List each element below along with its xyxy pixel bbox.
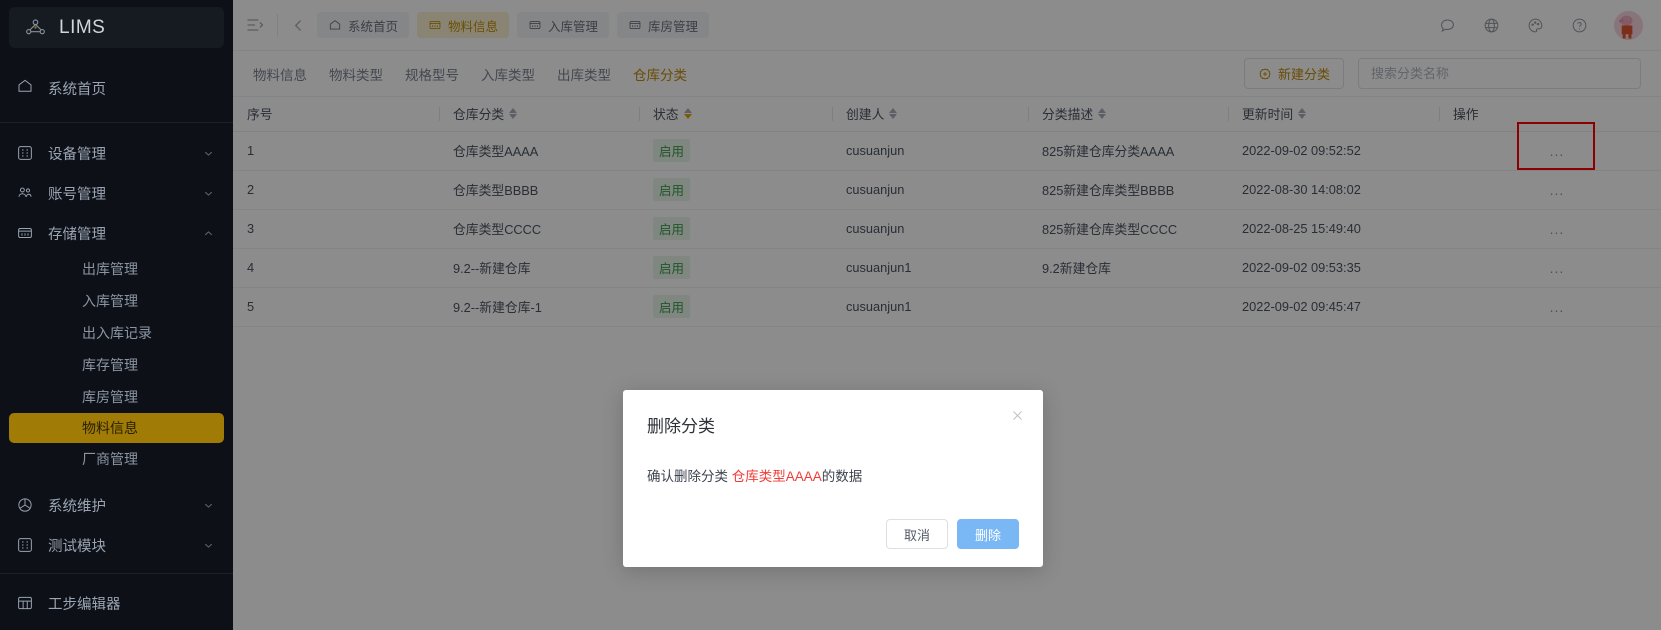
sidebar-item-label: 测试模块 bbox=[48, 538, 106, 555]
sidebar-item-step-editor[interactable]: 工步编辑器 bbox=[0, 583, 233, 623]
chevron-down-icon bbox=[202, 187, 215, 200]
close-icon[interactable] bbox=[1010, 408, 1025, 423]
sidebar-item-account-management[interactable]: 账号管理 bbox=[0, 173, 233, 213]
test-grid-icon bbox=[16, 536, 34, 554]
sidebar-subitem-io-records[interactable]: 出入库记录 bbox=[9, 317, 224, 349]
wrench-circle-icon bbox=[16, 496, 34, 514]
sidebar-item-label: 设备管理 bbox=[48, 146, 106, 163]
sidebar-subitem-warehouse[interactable]: 库房管理 bbox=[9, 381, 224, 413]
table-icon bbox=[16, 594, 34, 612]
sidebar-subitem-vendor[interactable]: 厂商管理 bbox=[9, 443, 224, 475]
sidebar-subitem-outbound[interactable]: 出库管理 bbox=[9, 253, 224, 285]
sidebar-item-device-management[interactable]: 设备管理 bbox=[0, 133, 233, 173]
sidebar-item-label: 账号管理 bbox=[48, 186, 106, 203]
chevron-down-icon bbox=[202, 539, 215, 552]
sidebar-subitem-label: 入库管理 bbox=[82, 293, 138, 309]
dialog-message-prefix: 确认删除分类 bbox=[647, 469, 732, 484]
sidebar-subitem-label: 物料信息 bbox=[82, 420, 138, 436]
sidebar-subitem-label: 出入库记录 bbox=[82, 325, 152, 341]
sidebar-item-label: 工步编辑器 bbox=[48, 596, 121, 613]
sidebar-item-label: 系统维护 bbox=[48, 498, 106, 515]
sidebar-subitem-material-info[interactable]: 物料信息 bbox=[9, 413, 224, 443]
application-root: LIMS 系统首页 设备管理 账号管理 存储管理 出库管理 入库管理 出入库记录… bbox=[0, 0, 1661, 630]
sidebar-item-storage-management[interactable]: 存储管理 bbox=[0, 213, 233, 253]
sidebar-divider-bottom bbox=[0, 573, 233, 574]
dialog-footer: 取消 删除 bbox=[647, 519, 1019, 549]
dialog-message: 确认删除分类 仓库类型AAAA的数据 bbox=[647, 465, 1019, 485]
home-icon bbox=[16, 77, 34, 99]
chevron-down-icon bbox=[202, 147, 215, 160]
confirm-delete-button[interactable]: 删除 bbox=[957, 519, 1019, 549]
sidebar-item-home[interactable]: 系统首页 bbox=[0, 60, 233, 116]
sidebar-subitem-label: 库房管理 bbox=[82, 389, 138, 405]
sidebar-subitem-label: 库存管理 bbox=[82, 357, 138, 373]
storage-box-icon bbox=[16, 224, 34, 242]
sidebar-item-system-maintenance[interactable]: 系统维护 bbox=[0, 485, 233, 525]
dialog-title: 删除分类 bbox=[647, 417, 715, 436]
sidebar: LIMS 系统首页 设备管理 账号管理 存储管理 出库管理 入库管理 出入库记录… bbox=[0, 0, 233, 630]
sidebar-item-test-module[interactable]: 测试模块 bbox=[0, 525, 233, 565]
sidebar-item-label: 存储管理 bbox=[48, 226, 106, 243]
network-node-icon bbox=[23, 15, 48, 40]
dialog-message-suffix: 的数据 bbox=[821, 469, 863, 484]
sidebar-subitem-label: 厂商管理 bbox=[82, 451, 138, 467]
brand-name: LIMS bbox=[59, 16, 106, 38]
sidebar-divider bbox=[0, 122, 233, 123]
chevron-down-icon bbox=[202, 499, 215, 512]
sidebar-subitem-label: 出库管理 bbox=[82, 261, 138, 277]
brand-logo[interactable]: LIMS bbox=[9, 7, 224, 48]
sidebar-item-label: 系统首页 bbox=[48, 81, 106, 98]
users-icon bbox=[16, 184, 34, 202]
delete-category-dialog: 删除分类 确认删除分类 仓库类型AAAA的数据 取消 删除 bbox=[623, 390, 1043, 567]
chevron-up-icon bbox=[202, 227, 215, 240]
sidebar-subitem-inbound[interactable]: 入库管理 bbox=[9, 285, 224, 317]
dialog-message-target: 仓库类型AAAA bbox=[731, 469, 822, 484]
device-grid-icon bbox=[16, 144, 34, 162]
sidebar-subitem-inventory[interactable]: 库存管理 bbox=[9, 349, 224, 381]
cancel-button[interactable]: 取消 bbox=[886, 519, 948, 549]
